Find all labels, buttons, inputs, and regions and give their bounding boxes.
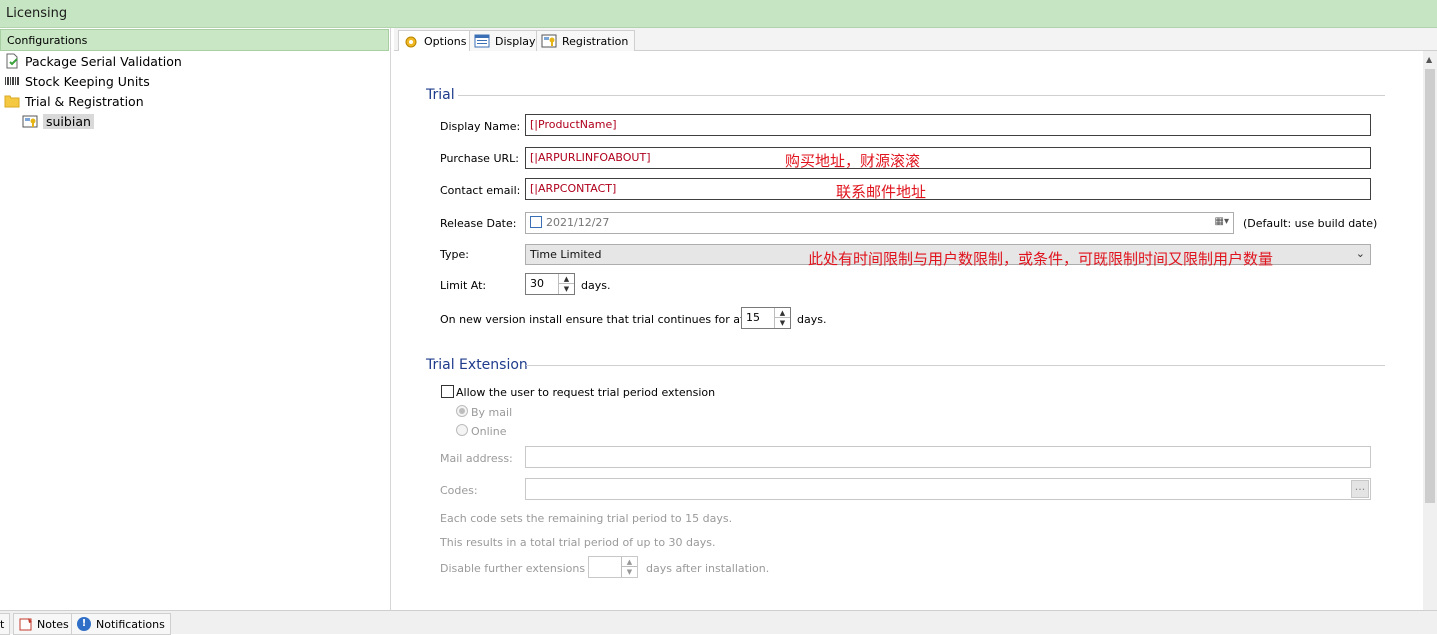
tab-label: Registration <box>562 34 629 48</box>
codes-browse-button[interactable]: ... <box>1351 480 1369 498</box>
by-mail-radio[interactable] <box>456 405 468 417</box>
bottom-tab-label: Notes <box>37 617 69 631</box>
scrollbar-thumb[interactable] <box>1425 69 1435 503</box>
codes-info-line2: This results in a total trial period of … <box>440 536 716 549</box>
tab-display[interactable]: Display <box>469 30 543 51</box>
release-date-hint: (Default: use build date) <box>1243 217 1378 230</box>
codes-input[interactable]: ... <box>525 478 1371 500</box>
calendar-dropdown-icon[interactable]: ▦▾ <box>1215 216 1229 227</box>
date-checkbox[interactable] <box>530 216 542 228</box>
notes-icon <box>19 617 33 631</box>
disable-extensions-label: Disable further extensions at <box>440 562 600 575</box>
tree-item-trial-registration[interactable]: Trial & Registration <box>4 91 144 111</box>
contact-email-label: Contact email: <box>440 184 521 197</box>
tree-item-label: suibian <box>43 113 94 129</box>
tab-label: Options <box>424 35 467 48</box>
scroll-up-icon[interactable]: ▲ <box>1426 55 1432 64</box>
gear-icon <box>403 35 419 49</box>
allow-extension-checkbox[interactable] <box>441 385 454 398</box>
disable-extensions-spinner[interactable]: ▲ ▼ <box>588 556 638 578</box>
tree-item-label: Package Serial Validation <box>25 53 182 69</box>
contact-email-input[interactable]: [|ARPCONTACT] <box>525 178 1371 200</box>
bottom-tab-label: t <box>0 617 5 631</box>
options-panel: Trial Display Name: [|ProductName] Purch… <box>394 51 1437 610</box>
purchase-url-annotation: 购买地址，财源滚滚 <box>785 152 921 170</box>
window-title: Licensing <box>0 0 1437 28</box>
configurations-header: Configurations <box>0 29 389 51</box>
mail-address-input[interactable] <box>525 446 1371 468</box>
trial-section-title: Trial <box>426 87 455 103</box>
folder-icon <box>4 93 20 109</box>
tab-bar: Options Display Registration <box>394 28 1437 52</box>
bottom-tab-notifications[interactable]: ! Notifications <box>71 613 171 635</box>
tree-item-stock-keeping-units[interactable]: Stock Keeping Units <box>4 71 150 91</box>
limit-at-label: Limit At: <box>440 279 487 292</box>
configurations-panel: Configurations Package Serial Validation… <box>0 28 391 610</box>
window-icon <box>474 34 490 48</box>
chevron-down-icon: ⌄ <box>1355 247 1365 260</box>
bottom-tab-label: Notifications <box>96 617 165 631</box>
bottom-tab-notes[interactable]: Notes <box>13 613 75 635</box>
spin-up-icon[interactable]: ▲ <box>775 308 790 318</box>
spin-up-icon[interactable]: ▲ <box>622 557 637 567</box>
spin-down-icon[interactable]: ▼ <box>775 318 790 328</box>
contact-email-annotation: 联系邮件地址 <box>836 183 927 201</box>
online-label: Online <box>471 425 507 438</box>
tab-options[interactable]: Options <box>398 30 474 52</box>
limit-at-unit: days. <box>581 279 611 292</box>
disable-extensions-unit: days after installation. <box>646 562 770 575</box>
new-version-label: On new version install ensure that trial… <box>440 313 775 326</box>
tab-registration[interactable]: Registration <box>536 30 636 51</box>
tree-item-label: Stock Keeping Units <box>25 73 150 89</box>
limit-at-value: 30 <box>530 277 544 290</box>
online-radio[interactable] <box>456 424 468 436</box>
tab-label: Display <box>495 34 536 48</box>
release-date-value: 2021/12/27 <box>546 216 610 229</box>
codes-info-line1: Each code sets the remaining trial perio… <box>440 512 733 525</box>
license-key-icon <box>541 34 557 48</box>
type-selected-value: Time Limited <box>530 248 602 261</box>
info-icon: ! <box>77 617 91 631</box>
spin-down-icon[interactable]: ▼ <box>622 567 637 577</box>
mail-address-label: Mail address: <box>440 452 513 465</box>
allow-extension-label: Allow the user to request trial period e… <box>456 386 716 399</box>
document-check-icon <box>4 53 20 69</box>
purchase-url-input[interactable]: [|ARPURLINFOABOUT] <box>525 147 1371 169</box>
type-annotation: 此处有时间限制与用户数限制，或条件，可既限制时间又限制用户数量 <box>808 250 1274 268</box>
trial-extension-section-title: Trial Extension <box>426 357 528 373</box>
barcode-icon <box>4 73 20 89</box>
tree-item-suibian[interactable]: suibian <box>22 111 94 131</box>
tree-item-package-serial-validation[interactable]: Package Serial Validation <box>4 51 182 71</box>
release-date-picker[interactable]: 2021/12/27 ▦▾ <box>525 212 1234 234</box>
new-version-unit: days. <box>797 313 827 326</box>
vertical-scrollbar[interactable]: ▲ <box>1423 51 1437 610</box>
purchase-url-label: Purchase URL: <box>440 152 519 165</box>
display-name-input[interactable]: [|ProductName] <box>525 114 1371 136</box>
section-divider <box>458 95 1385 96</box>
new-version-value: 15 <box>746 311 760 324</box>
spin-down-icon[interactable]: ▼ <box>559 284 574 294</box>
display-name-label: Display Name: <box>440 120 521 133</box>
bottom-tab-partial[interactable]: t <box>0 613 11 635</box>
spin-up-icon[interactable]: ▲ <box>559 274 574 284</box>
codes-label: Codes: <box>440 484 478 497</box>
license-key-icon <box>22 113 38 129</box>
type-label: Type: <box>440 248 469 261</box>
tree-item-label: Trial & Registration <box>25 93 144 109</box>
bottom-tab-bar: t Notes ! Notifications <box>0 610 1437 635</box>
release-date-label: Release Date: <box>440 217 517 230</box>
by-mail-label: By mail <box>471 406 513 419</box>
limit-at-spinner[interactable]: 30 ▲ ▼ <box>525 273 575 295</box>
new-version-spinner[interactable]: 15 ▲ ▼ <box>741 307 791 329</box>
section-divider <box>526 365 1385 366</box>
